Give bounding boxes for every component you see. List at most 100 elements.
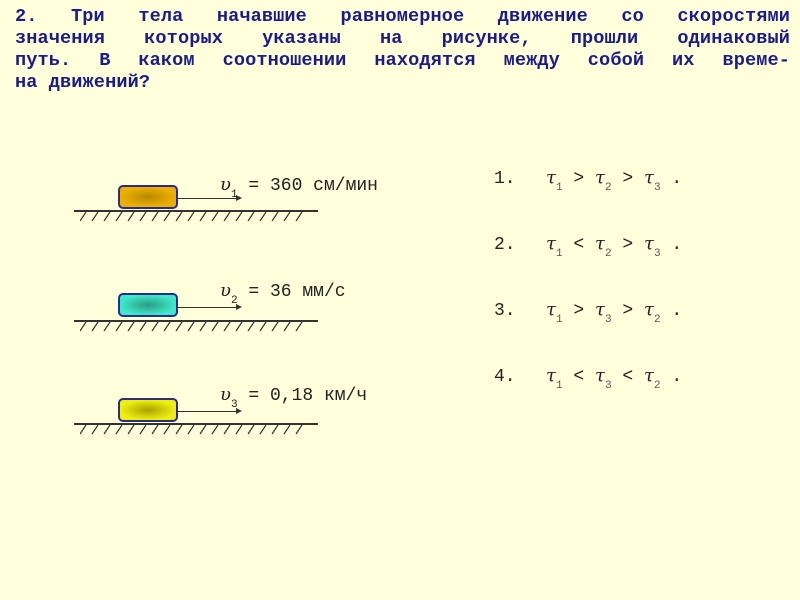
answer-option-3[interactable]: 3. τ1 > τ3 > τ2 .: [494, 299, 683, 326]
body-scene-3: υ3 = 0,18 км/ч: [0, 384, 440, 456]
velocity-value: = 0,18 км/ч: [237, 386, 368, 406]
hatch-mark: [163, 212, 171, 222]
answer-number: 2.: [494, 235, 516, 255]
hatch-mark: [283, 425, 291, 435]
comparison-operator: .: [660, 301, 683, 321]
hatch-mark: [271, 322, 279, 332]
answer-option-4[interactable]: 4. τ1 < τ3 < τ2 .: [494, 365, 683, 392]
comparison-operator: >: [562, 169, 595, 189]
hatch-mark: [295, 212, 303, 222]
answer-option-2[interactable]: 2. τ1 < τ2 > τ3 .: [494, 233, 683, 260]
hatch-mark: [211, 212, 219, 222]
hatch-mark: [283, 212, 291, 222]
velocity-index: 3: [230, 398, 238, 411]
comparison-operator: >: [611, 235, 644, 255]
tau-symbol: τ: [594, 167, 605, 188]
question-line-4: на движений?: [15, 72, 151, 93]
hatch-mark: [247, 425, 255, 435]
moving-block-2: [118, 293, 178, 317]
tau-index: 3: [604, 313, 612, 326]
hatch-mark: [295, 425, 303, 435]
hatch-mark: [127, 212, 135, 222]
velocity-label-2: υ2 = 36 мм/с: [220, 280, 346, 307]
hatch-mark: [175, 212, 183, 222]
comparison-operator: >: [611, 301, 644, 321]
hatch-mark: [127, 425, 135, 435]
hatch-mark: [235, 212, 243, 222]
tau-index: 1: [555, 379, 563, 392]
hatch-mark: [187, 212, 195, 222]
hatch-mark: [103, 425, 111, 435]
hatch-mark: [103, 212, 111, 222]
hatch-mark: [139, 212, 147, 222]
body-scene-2: υ2 = 36 мм/с: [0, 280, 440, 350]
velocity-symbol: υ: [220, 280, 231, 301]
hatch-mark: [91, 212, 99, 222]
hatch-mark: [139, 425, 147, 435]
question-line-3: путь. В каком соотношении находятся межд…: [15, 50, 790, 71]
velocity-value: = 360 см/мин: [237, 176, 378, 196]
hatch-mark: [151, 425, 159, 435]
comparison-operator: <: [611, 367, 644, 387]
hatch-mark: [151, 322, 159, 332]
answer-option-1[interactable]: 1. τ1 > τ2 > τ3 .: [494, 167, 683, 194]
ground-hatch-3: [80, 425, 303, 435]
hatch-mark: [80, 322, 87, 332]
hatch-mark: [151, 212, 159, 222]
hatch-mark: [163, 322, 171, 332]
hatch-mark: [115, 322, 123, 332]
tau-index: 2: [653, 379, 661, 392]
tau-index: 2: [604, 247, 612, 260]
comparison-operator: .: [660, 235, 683, 255]
ground-hatch-2: [80, 322, 303, 332]
comparison-operator: .: [660, 169, 683, 189]
velocity-arrow-2: [178, 307, 240, 308]
tau-symbol: τ: [594, 233, 605, 254]
tau-symbol: τ: [546, 299, 556, 320]
hatch-mark: [115, 212, 123, 222]
body-scene-1: υ1 = 360 см/мин: [0, 174, 440, 242]
velocity-index: 1: [230, 188, 238, 201]
hatch-mark: [80, 212, 87, 222]
hatch-mark: [247, 322, 255, 332]
tau-index: 3: [653, 181, 661, 194]
tau-symbol: τ: [643, 167, 654, 188]
hatch-mark: [187, 425, 195, 435]
tau-symbol: τ: [643, 233, 654, 254]
tau-index: 1: [555, 247, 563, 260]
velocity-label-3: υ3 = 0,18 км/ч: [220, 384, 368, 411]
comparison-operator: <: [562, 235, 595, 255]
answer-number: 1.: [494, 169, 516, 189]
tau-symbol: τ: [643, 365, 654, 386]
velocity-index: 2: [230, 294, 238, 307]
velocity-label-1: υ1 = 360 см/мин: [220, 174, 378, 201]
answer-number: 3.: [494, 301, 516, 321]
comparison-operator: .: [660, 367, 683, 387]
tau-symbol: τ: [546, 167, 556, 188]
tau-index: 2: [653, 313, 661, 326]
hatch-mark: [259, 425, 267, 435]
hatch-mark: [247, 212, 255, 222]
velocity-arrow-3: [178, 411, 240, 412]
hatch-mark: [91, 322, 99, 332]
hatch-mark: [259, 212, 267, 222]
velocity-value: = 36 мм/с: [237, 282, 346, 302]
tau-symbol: τ: [594, 299, 605, 320]
velocity-symbol: υ: [220, 384, 231, 405]
answer-number: 4.: [494, 367, 516, 387]
moving-block-3: [118, 398, 178, 422]
tau-index: 2: [604, 181, 612, 194]
tau-symbol: τ: [546, 365, 556, 386]
hatch-mark: [295, 322, 303, 332]
question-text: 2. Три тела начавшие равномерное движени…: [15, 6, 790, 94]
hatch-mark: [80, 425, 87, 435]
hatch-mark: [199, 425, 207, 435]
question-line-1: 2. Три тела начавшие равномерное движени…: [15, 6, 790, 27]
hatch-mark: [259, 322, 267, 332]
hatch-mark: [115, 425, 123, 435]
hatch-mark: [199, 322, 207, 332]
hatch-mark: [199, 212, 207, 222]
hatch-mark: [175, 322, 183, 332]
comparison-operator: >: [611, 169, 644, 189]
hatch-mark: [271, 212, 279, 222]
